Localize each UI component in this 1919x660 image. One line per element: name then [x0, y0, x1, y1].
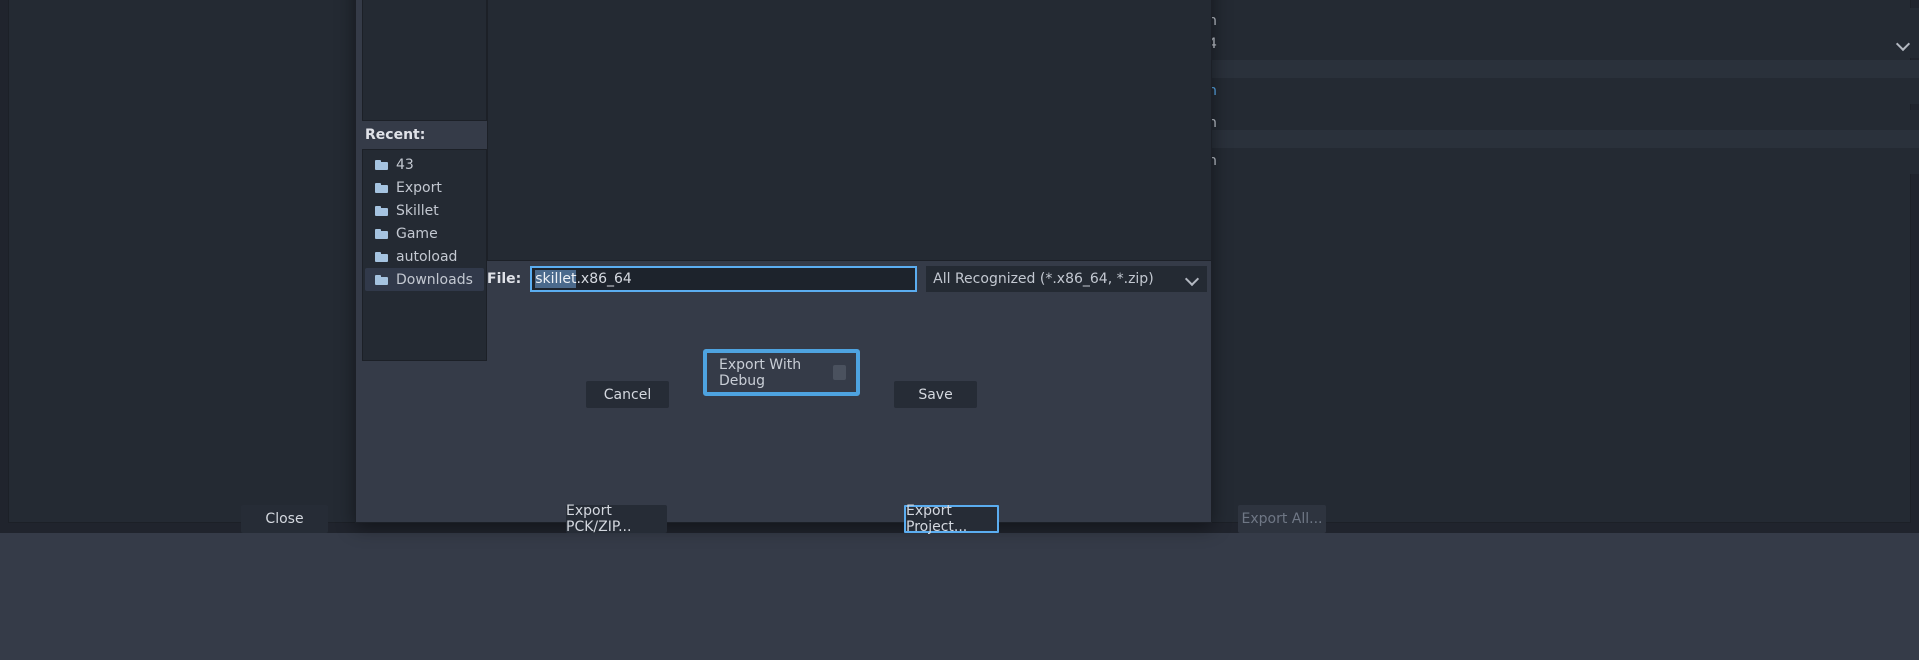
file-name-row: File: skillet.x86_64 All Recognized (*.x…: [487, 264, 1207, 294]
list-item-label: Game: [396, 226, 438, 242]
list-item-label: Downloads: [396, 272, 473, 288]
folder-icon: [375, 275, 388, 285]
chevron-down-icon: [1897, 38, 1909, 50]
folder-icon: [375, 183, 388, 193]
folder-icon: [375, 206, 388, 216]
list-item[interactable]: Export: [365, 176, 484, 199]
folder-icon: [375, 252, 388, 262]
close-button[interactable]: Close: [241, 505, 328, 533]
property-dropdown[interactable]: 4: [1200, 30, 1919, 58]
file-filter-value: All Recognized (*.x86_64, *.zip): [933, 271, 1154, 287]
list-item[interactable]: Skillet: [365, 199, 484, 222]
folder-icon: [375, 229, 388, 239]
property-row: n: [1200, 78, 1919, 104]
export-with-debug-popup[interactable]: Export With Debug: [703, 349, 860, 396]
export-window-footer: [0, 533, 1919, 660]
save-file-dialog: Recent: 43 Export Skillet Game: [355, 0, 1212, 523]
cancel-button[interactable]: Cancel: [586, 381, 669, 408]
dialog-sidebar: Recent: 43 Export Skillet Game: [362, 0, 487, 361]
file-filter-dropdown[interactable]: All Recognized (*.x86_64, *.zip): [926, 266, 1207, 292]
chevron-down-icon: [1186, 273, 1198, 285]
property-row: n: [1200, 148, 1919, 174]
file-name-selected-text: skillet: [535, 270, 576, 288]
favorites-list[interactable]: [362, 0, 487, 121]
file-browser-list[interactable]: [487, 0, 1212, 261]
list-item[interactable]: Downloads: [365, 268, 484, 291]
list-item-label: autoload: [396, 249, 457, 265]
recent-list[interactable]: 43 Export Skillet Game autoload: [362, 149, 487, 361]
list-item[interactable]: Game: [365, 222, 484, 245]
file-name-extension: .x86_64: [576, 271, 631, 287]
checkbox-unchecked-icon[interactable]: [833, 365, 846, 380]
folder-icon: [375, 160, 388, 170]
list-item-label: 43: [396, 157, 414, 173]
save-button[interactable]: Save: [894, 381, 977, 408]
export-pck-zip-button[interactable]: Export PCK/ZIP...: [566, 505, 667, 533]
file-name-input[interactable]: skillet.x86_64: [530, 266, 917, 292]
recent-label: Recent:: [362, 121, 487, 149]
list-item-label: Export: [396, 180, 442, 196]
export-all-button: Export All...: [1238, 505, 1326, 533]
list-item[interactable]: 43: [365, 153, 484, 176]
file-label: File:: [487, 271, 521, 287]
list-item-label: Skillet: [396, 203, 439, 219]
export-project-button[interactable]: Export Project...: [904, 505, 999, 533]
export-with-debug-label: Export With Debug: [719, 357, 833, 389]
list-item[interactable]: autoload: [365, 245, 484, 268]
